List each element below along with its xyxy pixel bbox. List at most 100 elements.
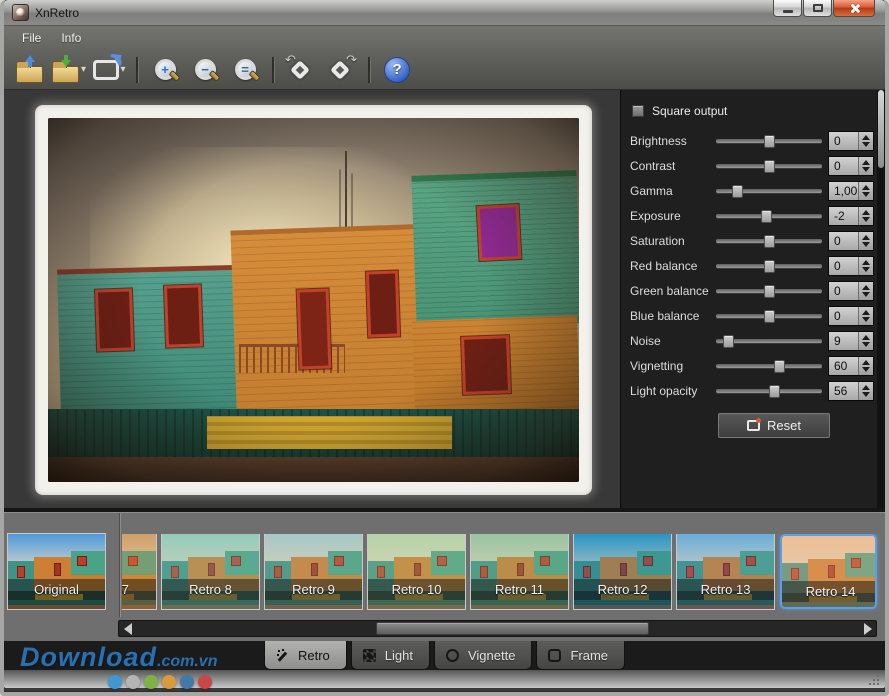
- title-bar[interactable]: XnRetro: [4, 0, 885, 26]
- spinner-value[interactable]: 9: [829, 332, 858, 350]
- slider-thumb[interactable]: [764, 135, 775, 148]
- spin-up-icon[interactable]: [862, 260, 870, 265]
- filmstrip-scrollbar[interactable]: [118, 620, 877, 637]
- value-spinner[interactable]: 1,00: [828, 181, 874, 201]
- resize-grip-icon[interactable]: [868, 674, 879, 685]
- filmstrip-scrollbar-thumb[interactable]: [376, 622, 649, 635]
- spin-up-icon[interactable]: [862, 235, 870, 240]
- slider[interactable]: [716, 159, 822, 173]
- filmstrip-thumbnail[interactable]: Retro 10: [368, 534, 465, 609]
- spin-down-icon[interactable]: [862, 292, 870, 297]
- square-output-checkbox[interactable]: [632, 105, 644, 117]
- maximize-button[interactable]: [803, 0, 832, 17]
- spin-up-icon[interactable]: [862, 135, 870, 140]
- value-spinner[interactable]: 9: [828, 331, 874, 351]
- value-spinner[interactable]: 0: [828, 306, 874, 326]
- spinner-arrows[interactable]: [858, 357, 873, 375]
- spin-down-icon[interactable]: [862, 167, 870, 172]
- spin-up-icon[interactable]: [862, 210, 870, 215]
- spin-up-icon[interactable]: [862, 310, 870, 315]
- export-button[interactable]: ▾: [92, 53, 126, 87]
- reset-button[interactable]: Reset: [718, 413, 830, 438]
- spin-up-icon[interactable]: [862, 285, 870, 290]
- filmstrip-thumbnail[interactable]: Retro 14: [780, 534, 877, 609]
- zoom-in-button[interactable]: +: [148, 53, 182, 87]
- save-dropdown-icon[interactable]: ▾: [81, 64, 86, 75]
- filmstrip-thumbnail[interactable]: Retro 12: [574, 534, 671, 609]
- tab-light[interactable]: Light: [351, 641, 430, 670]
- zoom-out-button[interactable]: −: [188, 53, 222, 87]
- slider-thumb[interactable]: [732, 185, 743, 198]
- slider-track[interactable]: [716, 364, 822, 368]
- spinner-arrows[interactable]: [858, 282, 873, 300]
- menu-file[interactable]: File: [14, 28, 49, 48]
- value-spinner[interactable]: -2: [828, 206, 874, 226]
- slider[interactable]: [716, 334, 822, 348]
- close-button[interactable]: [833, 0, 875, 17]
- slider[interactable]: [716, 184, 822, 198]
- spinner-value[interactable]: 56: [829, 382, 858, 400]
- panel-scrollbar[interactable]: [877, 90, 885, 508]
- slider-thumb[interactable]: [723, 335, 734, 348]
- spinner-arrows[interactable]: [858, 157, 873, 175]
- spinner-arrows[interactable]: [858, 307, 873, 325]
- value-spinner[interactable]: 0: [828, 281, 874, 301]
- tab-vignette[interactable]: Vignette: [434, 641, 532, 670]
- value-spinner[interactable]: 60: [828, 356, 874, 376]
- spin-down-icon[interactable]: [862, 217, 870, 222]
- spinner-arrows[interactable]: [858, 232, 873, 250]
- slider[interactable]: [716, 134, 822, 148]
- menu-info[interactable]: Info: [53, 28, 89, 48]
- spin-down-icon[interactable]: [862, 317, 870, 322]
- slider[interactable]: [716, 309, 822, 323]
- spin-down-icon[interactable]: [862, 142, 870, 147]
- spin-up-icon[interactable]: [862, 360, 870, 365]
- spinner-value[interactable]: 0: [829, 132, 858, 150]
- rotate-right-button[interactable]: ↷: [324, 53, 358, 87]
- spinner-value[interactable]: 0: [829, 307, 858, 325]
- tab-frame[interactable]: Frame: [536, 641, 625, 670]
- spinner-value[interactable]: 60: [829, 357, 858, 375]
- spinner-value[interactable]: -2: [829, 207, 858, 225]
- spin-down-icon[interactable]: [862, 192, 870, 197]
- slider[interactable]: [716, 209, 822, 223]
- spinner-value[interactable]: 0: [829, 232, 858, 250]
- spinner-arrows[interactable]: [858, 132, 873, 150]
- tab-retro[interactable]: Retro: [264, 641, 347, 670]
- spinner-value[interactable]: 0: [829, 257, 858, 275]
- open-button[interactable]: [12, 53, 46, 87]
- save-button[interactable]: ▾: [52, 53, 86, 87]
- slider[interactable]: [716, 259, 822, 273]
- slider-thumb[interactable]: [764, 310, 775, 323]
- filmstrip-thumbnail[interactable]: Retro 8: [162, 534, 259, 609]
- slider-thumb[interactable]: [764, 160, 775, 173]
- spinner-arrows[interactable]: [858, 182, 873, 200]
- filmstrip-thumbnail[interactable]: Retro 9: [265, 534, 362, 609]
- filmstrip-thumbnail[interactable]: Retro 11: [471, 534, 568, 609]
- scroll-left-button[interactable]: [120, 623, 135, 634]
- help-button[interactable]: ?: [380, 53, 414, 87]
- slider[interactable]: [716, 384, 822, 398]
- spinner-value[interactable]: 0: [829, 282, 858, 300]
- spinner-value[interactable]: 1,00: [829, 182, 858, 200]
- value-spinner[interactable]: 0: [828, 256, 874, 276]
- spinner-arrows[interactable]: [858, 257, 873, 275]
- spin-down-icon[interactable]: [862, 242, 870, 247]
- value-spinner[interactable]: 0: [828, 131, 874, 151]
- value-spinner[interactable]: 0: [828, 231, 874, 251]
- slider-thumb[interactable]: [774, 360, 785, 373]
- slider[interactable]: [716, 234, 822, 248]
- slider-thumb[interactable]: [764, 235, 775, 248]
- spin-up-icon[interactable]: [862, 160, 870, 165]
- value-spinner[interactable]: 56: [828, 381, 874, 401]
- filmstrip-thumbnail[interactable]: Retro 7: [122, 534, 156, 609]
- spinner-arrows[interactable]: [858, 332, 873, 350]
- spinner-arrows[interactable]: [858, 207, 873, 225]
- spinner-value[interactable]: 0: [829, 157, 858, 175]
- spin-up-icon[interactable]: [862, 185, 870, 190]
- spin-down-icon[interactable]: [862, 392, 870, 397]
- slider-thumb[interactable]: [764, 260, 775, 273]
- filmstrip-thumbnail[interactable]: Retro 13: [677, 534, 774, 609]
- slider-thumb[interactable]: [764, 285, 775, 298]
- rotate-left-button[interactable]: ↶: [284, 53, 318, 87]
